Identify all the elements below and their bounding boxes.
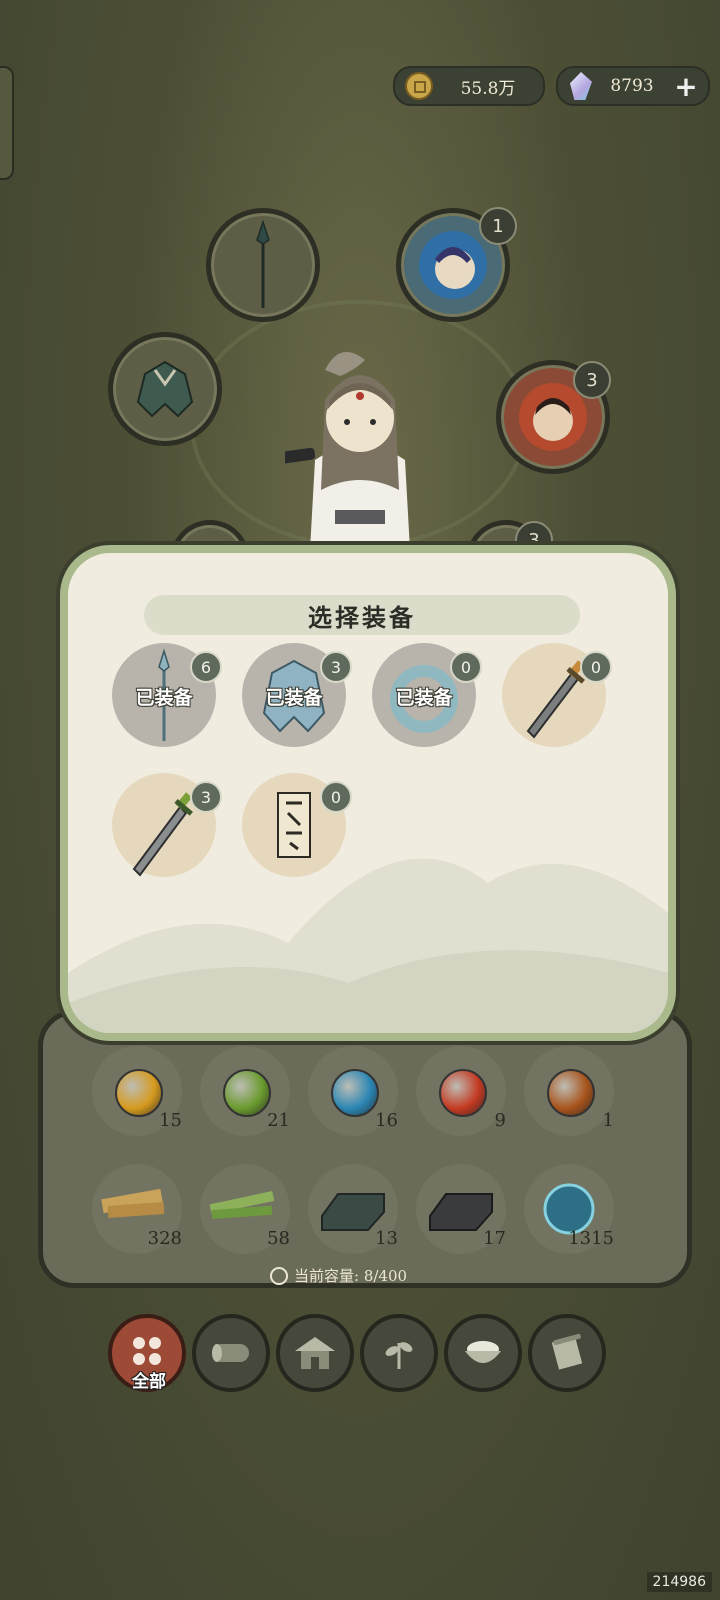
inventory-slot[interactable]: 21 bbox=[200, 1046, 290, 1136]
select-equipment-dialog: 选择装备 已装备 6 已装备 3 已装备 0 0 3 0 bbox=[60, 545, 676, 1041]
item-count-badge: 6 bbox=[190, 651, 222, 683]
rice-bowl-icon bbox=[465, 1341, 501, 1363]
equipment-item-sword[interactable]: 0 bbox=[502, 643, 612, 747]
equipped-label: 已装备 bbox=[395, 687, 453, 709]
capacity-indicator: 当前容量: 8/400 bbox=[270, 1265, 470, 1286]
inventory-slot[interactable]: 15 bbox=[92, 1046, 182, 1136]
equipped-label: 已装备 bbox=[135, 687, 193, 709]
gem-amount: 8793 bbox=[610, 76, 654, 96]
item-count: 17 bbox=[483, 1228, 506, 1249]
scroll-icon bbox=[551, 1333, 583, 1370]
pet-slot-2-badge: 3 bbox=[573, 361, 611, 399]
item-count-badge: 0 bbox=[450, 651, 482, 683]
spear-icon bbox=[256, 220, 270, 308]
log-icon bbox=[212, 1344, 249, 1362]
inventory-slot[interactable]: 328 bbox=[92, 1164, 182, 1254]
tab-building[interactable] bbox=[276, 1314, 354, 1392]
inventory-slot[interactable]: 1315 bbox=[524, 1164, 614, 1254]
equipped-label: 已装备 bbox=[265, 687, 323, 709]
gem-counter: 8793 + bbox=[556, 66, 710, 106]
character-sprite bbox=[285, 352, 410, 550]
pet-slot-1[interactable]: 1 bbox=[396, 207, 517, 322]
herb-icon bbox=[385, 1342, 413, 1369]
gem-icon bbox=[570, 72, 592, 100]
armor-slot[interactable] bbox=[108, 332, 222, 446]
inventory-slot[interactable]: 1 bbox=[524, 1046, 614, 1136]
item-count-badge: 3 bbox=[320, 651, 352, 683]
equipment-item-ring[interactable]: 已装备 0 bbox=[372, 643, 482, 747]
tab-wood[interactable] bbox=[192, 1314, 270, 1392]
tab-scrolls[interactable] bbox=[528, 1314, 606, 1392]
add-gems-button[interactable]: + bbox=[672, 70, 700, 103]
inventory-slot[interactable]: 17 bbox=[416, 1164, 506, 1254]
pet-slot-2[interactable]: 3 bbox=[496, 360, 611, 474]
side-panel-handle[interactable] bbox=[0, 66, 14, 180]
item-count: 1315 bbox=[568, 1228, 614, 1249]
inventory-slot[interactable]: 16 bbox=[308, 1046, 398, 1136]
item-count: 16 bbox=[375, 1110, 398, 1131]
pet-portrait-icon bbox=[419, 231, 487, 299]
dialog-title: 选择装备 bbox=[144, 595, 580, 635]
equipment-item-spear[interactable]: 已装备 6 bbox=[112, 643, 222, 747]
coin-counter: 55.8万 bbox=[393, 66, 545, 106]
weapon-slot[interactable] bbox=[206, 208, 320, 322]
inventory-slot[interactable]: 58 bbox=[200, 1164, 290, 1254]
item-count: 328 bbox=[147, 1228, 182, 1249]
inventory-slot[interactable]: 13 bbox=[308, 1164, 398, 1254]
armor-icon bbox=[136, 360, 194, 418]
item-count: 15 bbox=[159, 1110, 182, 1131]
coin-amount: 55.8万 bbox=[460, 78, 516, 99]
item-count-badge: 0 bbox=[320, 781, 352, 813]
watermark: 214986 bbox=[646, 1572, 712, 1592]
equipment-item-talisman[interactable]: 0 bbox=[242, 773, 352, 877]
house-icon bbox=[295, 1337, 335, 1369]
tab-herbs[interactable] bbox=[360, 1314, 438, 1392]
item-count-badge: 0 bbox=[580, 651, 612, 683]
item-count: 21 bbox=[267, 1110, 290, 1131]
capacity-text: 当前容量: 8/400 bbox=[294, 1267, 408, 1285]
tab-all-label: 全部 bbox=[132, 1372, 166, 1392]
tab-all[interactable]: 全部 bbox=[108, 1314, 186, 1392]
capacity-icon bbox=[270, 1266, 288, 1285]
item-count: 1 bbox=[602, 1110, 614, 1131]
coin-icon bbox=[405, 72, 433, 100]
tab-food[interactable] bbox=[444, 1314, 522, 1392]
equipment-item-green-sword[interactable]: 3 bbox=[112, 773, 222, 877]
pet-slot-1-badge: 1 bbox=[479, 207, 517, 245]
item-count: 9 bbox=[494, 1110, 506, 1131]
equipment-item-armor[interactable]: 已装备 3 bbox=[242, 643, 352, 747]
item-count: 13 bbox=[375, 1228, 398, 1249]
item-count-badge: 3 bbox=[190, 781, 222, 813]
item-count: 58 bbox=[267, 1228, 290, 1249]
inventory-slot[interactable]: 9 bbox=[416, 1046, 506, 1136]
